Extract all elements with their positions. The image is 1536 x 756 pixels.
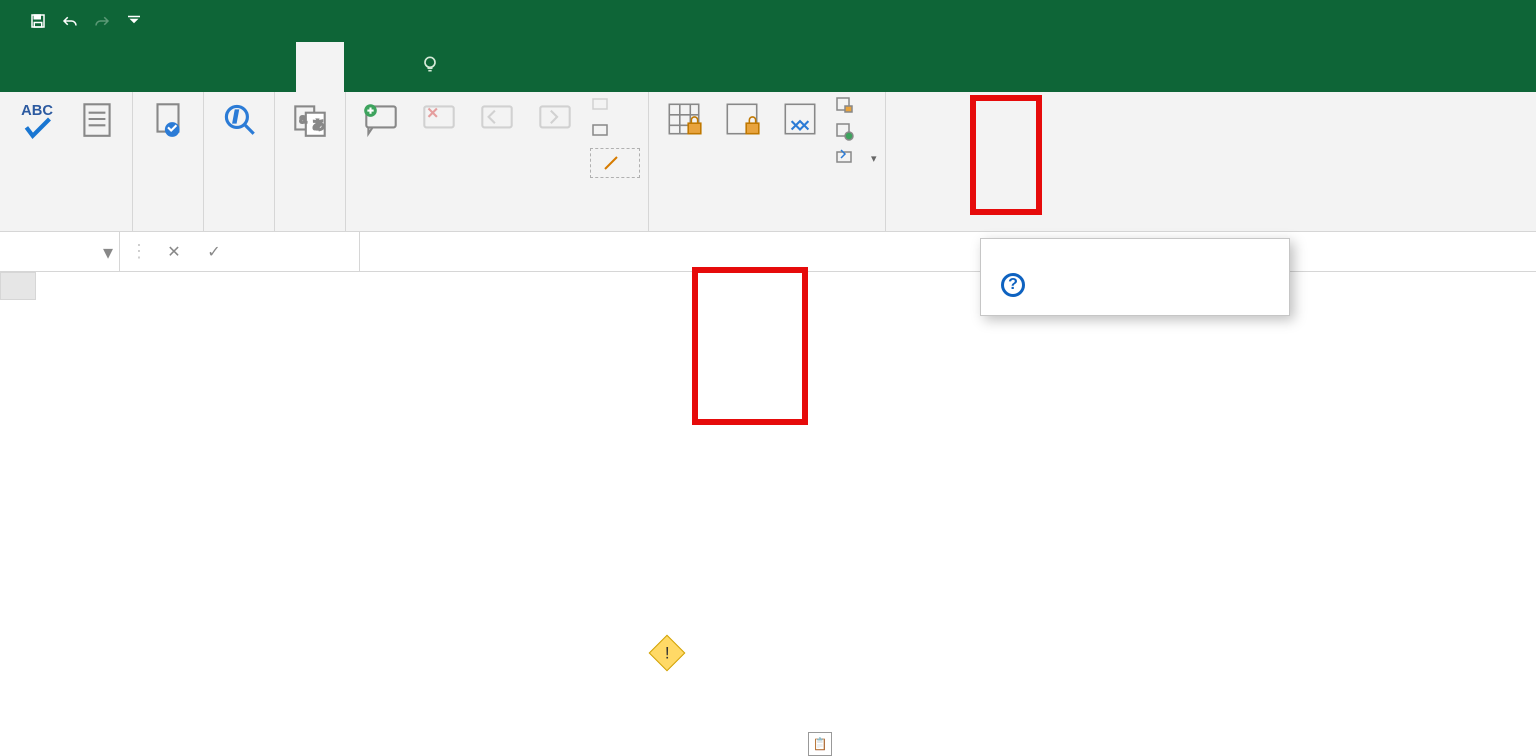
smart-lookup-icon: i <box>218 98 260 140</box>
group-label-proofing <box>12 225 124 231</box>
column-headers <box>0 272 1536 300</box>
new-comment-icon <box>360 98 402 140</box>
tab-insert[interactable] <box>104 42 152 92</box>
delete-comment-icon <box>418 98 460 140</box>
qat-customize-icon[interactable] <box>120 7 148 35</box>
group-insights: i <box>204 92 275 231</box>
group-accessibility <box>133 92 204 231</box>
changes-links: ▾ <box>831 96 877 168</box>
group-label-comments <box>354 225 640 231</box>
show-all-comments-button[interactable] <box>590 122 640 142</box>
group-comments <box>346 92 649 231</box>
new-comment-button[interactable] <box>354 96 408 145</box>
group-label-insights <box>212 225 266 231</box>
tell-me-more-link[interactable]: ? <box>1001 273 1269 297</box>
formula-buttons: ⋮ ✕ ✓ <box>120 232 360 271</box>
ribbon: ABC i aあ <box>0 92 1536 232</box>
thesaurus-button[interactable] <box>70 96 124 145</box>
tell-me-input[interactable] <box>420 42 448 92</box>
ribbon-tabs <box>0 42 1536 92</box>
svg-text:ABC: ABC <box>21 103 53 119</box>
enter-formula-icon[interactable]: ✓ <box>200 238 228 266</box>
paste-options-button[interactable]: 📋 <box>808 732 832 756</box>
tab-view[interactable] <box>344 42 392 92</box>
group-label-changes <box>657 225 877 231</box>
translate-icon: aあ <box>289 98 331 140</box>
previous-comment-button <box>470 96 524 145</box>
comments-links <box>586 96 640 178</box>
tab-home[interactable] <box>56 42 104 92</box>
undo-icon[interactable] <box>56 7 84 35</box>
track-changes-button[interactable]: ▾ <box>835 148 877 168</box>
protect-sheet-tooltip: ? <box>980 238 1290 316</box>
thesaurus-icon <box>76 98 118 140</box>
next-comment-button <box>528 96 582 145</box>
protect-workbook-button[interactable] <box>715 96 769 145</box>
tab-formulas[interactable] <box>200 42 248 92</box>
tab-data[interactable] <box>248 42 296 92</box>
cancel-formula-icon[interactable]: ✕ <box>160 238 188 266</box>
accessibility-icon <box>147 98 189 140</box>
spelling-button[interactable]: ABC <box>12 96 66 145</box>
share-workbook-button[interactable] <box>773 96 827 145</box>
show-hide-comment-button <box>590 96 640 116</box>
svg-text:i: i <box>234 110 238 126</box>
help-icon: ? <box>1001 273 1025 297</box>
bulb-icon <box>420 54 440 80</box>
quick-access-toolbar <box>0 7 148 35</box>
chevron-down-icon[interactable]: ▾ <box>103 240 113 265</box>
show-ink-button[interactable] <box>590 148 640 178</box>
group-label-language <box>283 225 337 231</box>
protect-workbook-icon <box>721 98 763 140</box>
group-language: aあ <box>275 92 346 231</box>
svg-text:a: a <box>300 112 307 126</box>
protect-sheet-icon <box>663 98 705 140</box>
allow-users-edit-button[interactable] <box>835 122 877 142</box>
select-all-corner[interactable] <box>0 272 36 300</box>
protect-sheet-button[interactable] <box>657 96 711 145</box>
title-bar <box>0 0 1536 42</box>
next-comment-icon <box>534 98 576 140</box>
group-label-accessibility <box>141 225 195 231</box>
group-changes: ▾ <box>649 92 886 231</box>
smart-lookup-button[interactable]: i <box>212 96 266 145</box>
name-box[interactable]: ▾ <box>0 232 120 271</box>
formula-input[interactable] <box>360 232 1536 271</box>
save-icon[interactable] <box>24 7 52 35</box>
protect-and-share-button[interactable] <box>835 96 877 116</box>
previous-comment-icon <box>476 98 518 140</box>
tab-file[interactable] <box>0 42 56 92</box>
error-indicator-icon[interactable]: ! <box>649 635 686 672</box>
group-proofing: ABC <box>4 92 133 231</box>
redo-icon <box>88 7 116 35</box>
tab-page-layout[interactable] <box>152 42 200 92</box>
check-accessibility-button[interactable] <box>141 96 195 145</box>
svg-text:あ: あ <box>312 119 325 133</box>
translate-button[interactable]: aあ <box>283 96 337 145</box>
delete-comment-button <box>412 96 466 145</box>
formula-bar: ▾ ⋮ ✕ ✓ <box>0 232 1536 272</box>
chevron-down-icon: ▾ <box>871 152 877 165</box>
spelling-icon: ABC <box>18 98 60 140</box>
tab-review[interactable] <box>296 42 344 92</box>
spreadsheet-grid: ! 📋 <box>0 272 1536 300</box>
share-workbook-icon <box>779 98 821 140</box>
